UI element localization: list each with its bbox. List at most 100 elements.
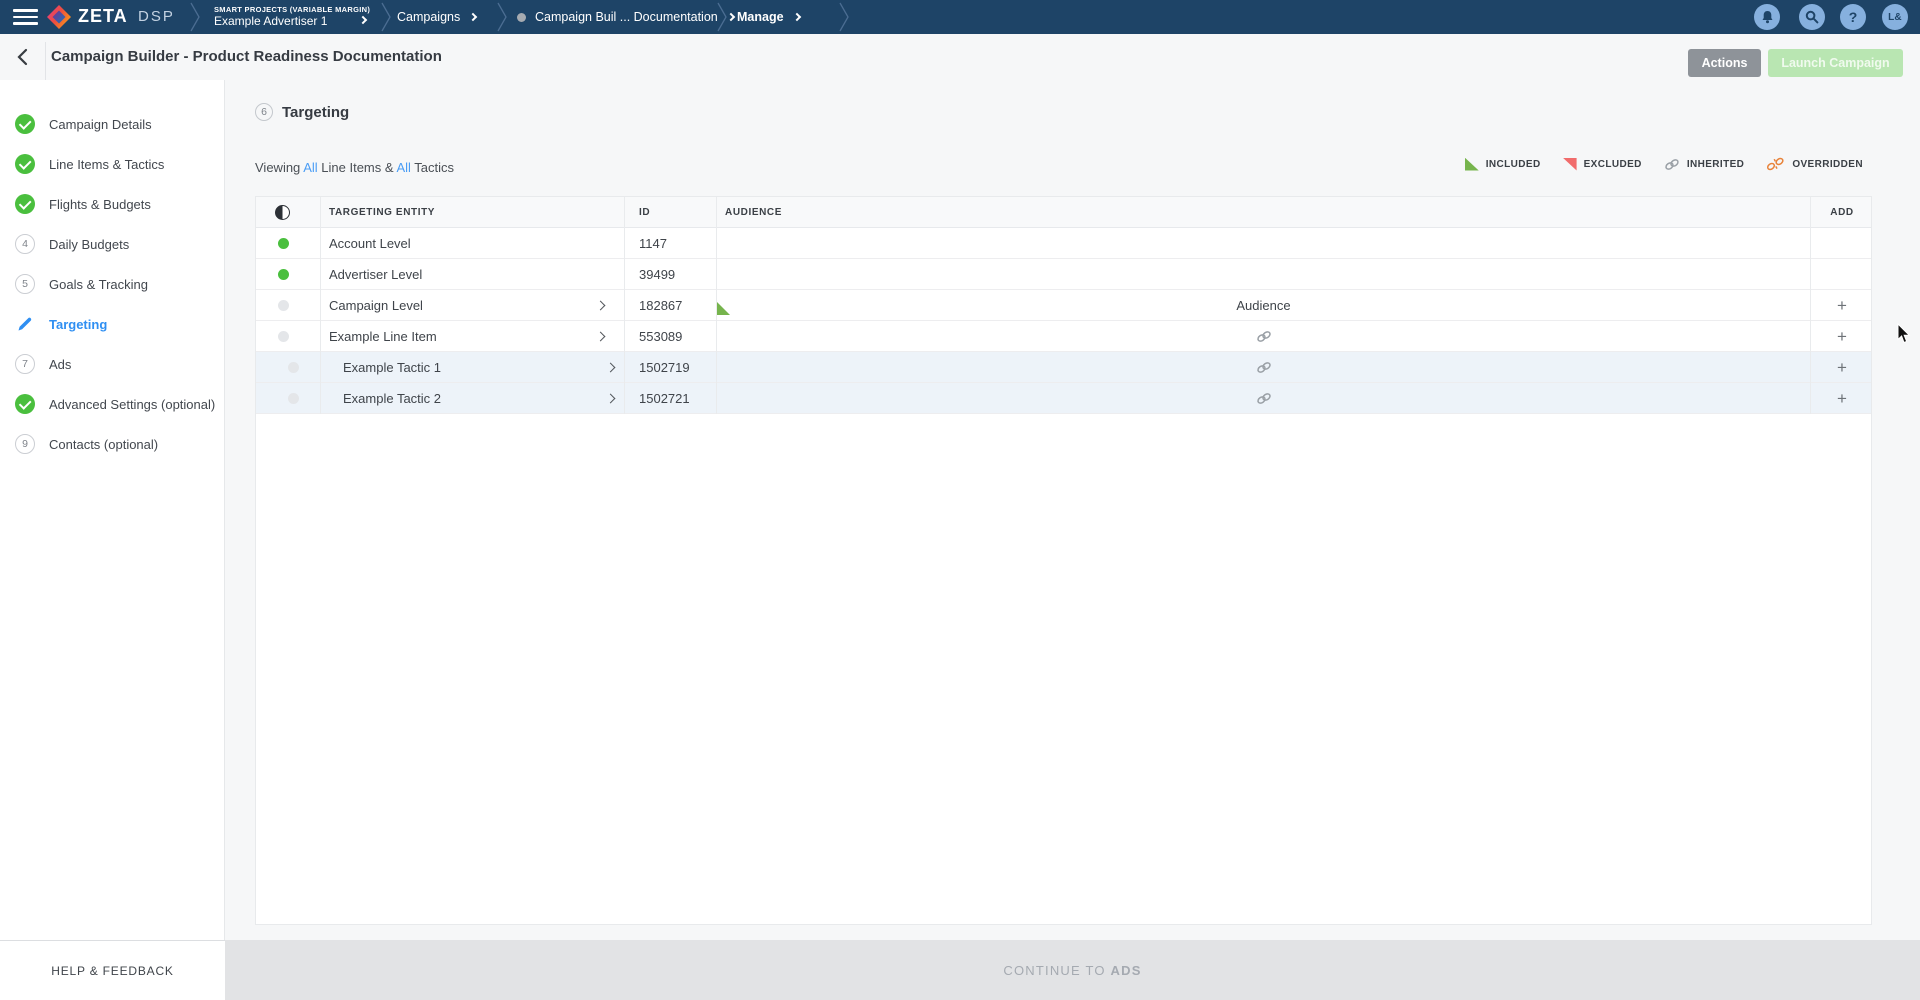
- viewing-middle: Line Items &: [321, 160, 393, 175]
- check-icon: [15, 394, 35, 414]
- step-number-icon: 9: [15, 434, 35, 454]
- table-row-example-tactic-2[interactable]: Example Tactic 2 1502721 +: [256, 383, 1871, 414]
- targeting-table-card: TARGETING ENTITY ID AUDIENCE ADD Account…: [255, 196, 1872, 925]
- table-row-advertiser-level[interactable]: Advertiser Level 39499: [256, 259, 1871, 290]
- help-feedback-label: HELP & FEEDBACK: [51, 964, 173, 978]
- sidebar-item-label: Advanced Settings (optional): [49, 397, 215, 412]
- help-button[interactable]: ?: [1840, 4, 1866, 30]
- step-number-badge: 6: [255, 103, 273, 121]
- mouse-cursor-icon: [1897, 323, 1911, 349]
- avatar[interactable]: L&: [1882, 4, 1908, 30]
- hamburger-menu-icon[interactable]: [13, 9, 38, 25]
- sidebar-item-flights-budgets[interactable]: Flights & Budgets: [0, 184, 224, 224]
- wizard-sidebar: Campaign Details Line Items & Tactics Fl…: [0, 80, 225, 940]
- project-label: SMART PROJECTS (VARIABLE MARGIN): [214, 5, 370, 14]
- viewing-prefix: Viewing: [255, 160, 300, 175]
- search-button[interactable]: [1799, 4, 1825, 30]
- check-icon: [15, 194, 35, 214]
- actions-button[interactable]: Actions: [1688, 49, 1761, 77]
- status-dot-off: [278, 331, 289, 342]
- contrast-icon: [275, 205, 290, 220]
- viewing-suffix: Tactics: [414, 160, 454, 175]
- back-button[interactable]: [16, 48, 36, 68]
- add-targeting-button[interactable]: +: [1837, 359, 1847, 376]
- page-title: Campaign Builder - Product Readiness Doc…: [51, 48, 442, 65]
- continue-prefix: CONTINUE TO: [1003, 963, 1105, 978]
- entity-id: 1502719: [625, 352, 717, 383]
- breadcrumb-advertiser[interactable]: SMART PROJECTS (VARIABLE MARGIN) Example…: [214, 0, 374, 34]
- sidebar-item-goals-tracking[interactable]: 5 Goals & Tracking: [0, 264, 224, 304]
- breadcrumb-campaign-builder[interactable]: Campaign Buil ... Documentation: [517, 0, 734, 34]
- sidebar-item-label: Line Items & Tactics: [49, 157, 164, 172]
- column-header-targeting-entity: TARGETING ENTITY: [321, 197, 625, 228]
- all-tactics-link[interactable]: All: [396, 160, 410, 175]
- sidebar-item-label: Campaign Details: [49, 117, 152, 132]
- launch-campaign-button[interactable]: Launch Campaign: [1768, 49, 1903, 77]
- breadcrumb-campaigns[interactable]: Campaigns: [397, 0, 476, 34]
- breadcrumb-separator-icon: [190, 2, 201, 32]
- table-row-account-level[interactable]: Account Level 1147: [256, 228, 1871, 259]
- entity-name: Example Tactic 2: [343, 391, 441, 406]
- excluded-triangle-icon: [1563, 158, 1577, 171]
- included-triangle-icon: [1465, 158, 1479, 171]
- sidebar-item-label: Contacts (optional): [49, 437, 158, 452]
- status-dot-off: [288, 393, 299, 404]
- chevron-right-icon: [469, 13, 477, 21]
- legend-excluded: EXCLUDED: [1563, 158, 1642, 171]
- entity-name: Account Level: [329, 236, 411, 251]
- table-row-example-line-item[interactable]: Example Line Item 553089 +: [256, 321, 1871, 352]
- zeta-logo[interactable]: [46, 4, 72, 35]
- step-number-icon: 4: [15, 234, 35, 254]
- status-dot-on: [278, 269, 289, 280]
- sidebar-item-daily-budgets[interactable]: 4 Daily Budgets: [0, 224, 224, 264]
- column-header-audience: AUDIENCE: [717, 197, 1811, 228]
- entity-name: Example Tactic 1: [343, 360, 441, 375]
- sidebar-item-contacts[interactable]: 9 Contacts (optional): [0, 424, 224, 464]
- chevron-right-icon: [726, 13, 734, 21]
- sidebar-item-label: Ads: [49, 357, 71, 372]
- chevron-right-icon: [792, 13, 800, 21]
- breadcrumb-separator-icon: [839, 2, 850, 32]
- status-dot-off: [278, 300, 289, 311]
- chevron-right-icon: [359, 16, 367, 24]
- audience-value[interactable]: Audience: [1236, 298, 1290, 313]
- add-targeting-button[interactable]: +: [1837, 297, 1847, 314]
- legend-included: INCLUDED: [1465, 158, 1541, 171]
- expand-chevron-icon[interactable]: [606, 363, 616, 373]
- sidebar-item-campaign-details[interactable]: Campaign Details: [0, 104, 224, 144]
- table-row-campaign-level[interactable]: Campaign Level 182867 Audience +: [256, 290, 1871, 321]
- entity-name: Advertiser Level: [329, 267, 422, 282]
- back-arrow-icon: [16, 48, 28, 66]
- breadcrumb-manage[interactable]: Manage: [737, 0, 800, 34]
- all-line-items-link[interactable]: All: [303, 160, 317, 175]
- sidebar-item-label: Daily Budgets: [49, 237, 129, 252]
- breadcrumb-separator-icon: [497, 2, 508, 32]
- expand-chevron-icon[interactable]: [596, 301, 606, 311]
- notifications-button[interactable]: [1754, 4, 1780, 30]
- add-targeting-button[interactable]: +: [1837, 328, 1847, 345]
- entity-name: Example Line Item: [329, 329, 437, 344]
- page-header: Campaign Builder - Product Readiness Doc…: [0, 34, 1920, 80]
- sidebar-item-ads[interactable]: 7 Ads: [0, 344, 224, 384]
- continue-to-ads-button[interactable]: CONTINUE TO ADS: [225, 940, 1920, 1000]
- step-number-icon: 5: [15, 274, 35, 294]
- sidebar-item-targeting[interactable]: Targeting: [0, 304, 224, 344]
- status-dot-icon: [517, 13, 526, 22]
- table-row-example-tactic-1[interactable]: Example Tactic 1 1502719 +: [256, 352, 1871, 383]
- legend-overridden: OVERRIDDEN: [1766, 157, 1863, 171]
- check-icon: [15, 114, 35, 134]
- entity-id: 1502721: [625, 383, 717, 414]
- entity-id: 553089: [625, 321, 717, 352]
- sidebar-item-advanced-settings[interactable]: Advanced Settings (optional): [0, 384, 224, 424]
- breadcrumb-label: Campaign Buil ... Documentation: [535, 10, 718, 24]
- continue-target: ADS: [1111, 963, 1142, 978]
- entity-name: Campaign Level: [329, 298, 423, 313]
- section-title: Targeting: [282, 104, 349, 121]
- expand-chevron-icon[interactable]: [606, 394, 616, 404]
- help-feedback-button[interactable]: HELP & FEEDBACK: [0, 940, 225, 1000]
- step-number-icon: 7: [15, 354, 35, 374]
- sidebar-item-line-items-tactics[interactable]: Line Items & Tactics: [0, 144, 224, 184]
- expand-chevron-icon[interactable]: [596, 332, 606, 342]
- add-targeting-button[interactable]: +: [1837, 390, 1847, 407]
- link-icon: [1664, 158, 1680, 171]
